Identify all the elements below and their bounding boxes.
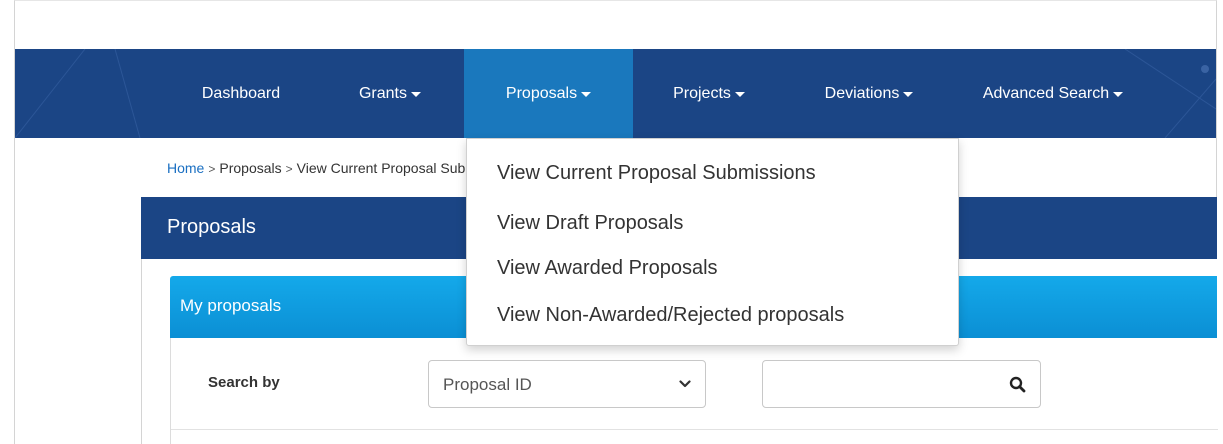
nav-projects[interactable]: Projects [633,49,785,138]
nav-grants-label: Grants [358,84,407,102]
menu-item-awarded-proposals[interactable]: View Awarded Proposals [497,257,718,280]
nav-proposals-label: Proposals [505,84,578,102]
select-value: Proposal ID [443,375,532,394]
search-input[interactable] [762,360,1041,408]
breadcrumb-separator: > [285,162,293,176]
nav-dashboard-label: Dashboard [201,84,281,102]
caret-down-icon [1113,92,1124,97]
caret-down-icon [411,92,421,97]
top-navbar: Dashboard Grants Proposals Projects Devi… [15,49,1216,138]
menu-item-draft-proposals[interactable]: View Draft Proposals [497,212,683,235]
proposals-dropdown-menu: View Current Proposal Submissions View D… [466,138,959,346]
search-by-label: Search by [208,374,280,391]
caret-down-icon [581,92,592,97]
caret-down-icon [734,92,745,97]
page-title: Proposals [167,216,256,238]
breadcrumb-separator: > [208,162,216,176]
chevron-down-icon [679,380,691,388]
breadcrumb-home-link[interactable]: Home [167,160,204,176]
nav-projects-label: Projects [673,84,731,102]
breadcrumb-proposals[interactable]: Proposals [219,160,281,176]
nav-deviations-label: Deviations [824,84,900,102]
divider [171,429,1218,430]
nav-proposals[interactable]: Proposals [464,49,633,138]
nav-advanced-search-label: Advanced Search [982,84,1110,102]
menu-item-non-awarded-proposals[interactable]: View Non-Awarded/Rejected proposals [497,304,844,327]
nav-dashboard[interactable]: Dashboard [166,49,316,138]
caret-down-icon [903,92,914,97]
my-proposals-title: My proposals [180,296,282,315]
nav-advanced-search[interactable]: Advanced Search [953,49,1153,138]
nav-grants[interactable]: Grants [316,49,464,138]
menu-item-current-submissions[interactable]: View Current Proposal Submissions [497,162,816,185]
search-field-select[interactable]: Proposal ID [428,360,706,408]
nav-deviations[interactable]: Deviations [785,49,953,138]
search-icon[interactable] [1009,376,1026,393]
